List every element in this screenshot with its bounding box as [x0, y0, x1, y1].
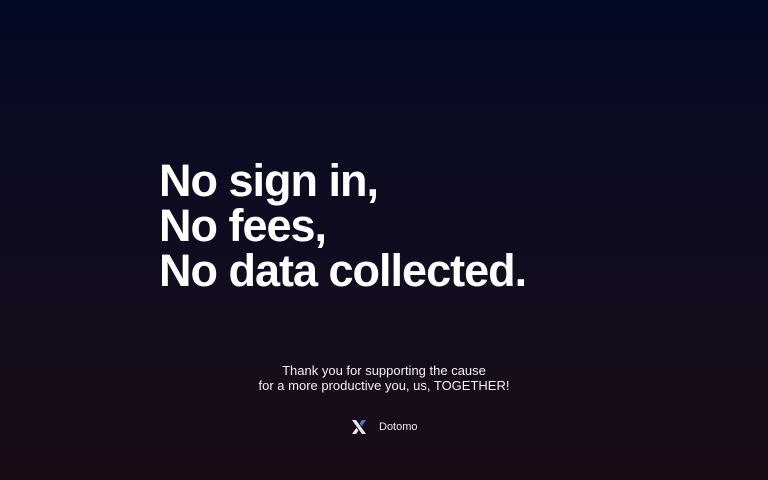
headline-line-1: No sign in, [159, 155, 379, 206]
thank-you-message: Thank you for supporting the cause for a… [0, 363, 768, 393]
brand: Dotomo [351, 419, 418, 435]
thank-you-line-2: for a more productive you, us, TOGETHER! [258, 378, 510, 393]
headline-line-2: No fees, [159, 200, 327, 251]
headline: No sign in, No fees, No data collected. [159, 155, 527, 296]
headline-line-3: No data collected. [159, 245, 527, 296]
brand-name: Dotomo [379, 421, 418, 433]
thank-you-line-1: Thank you for supporting the cause [282, 363, 486, 378]
dotomo-x-logo-icon [351, 419, 367, 435]
